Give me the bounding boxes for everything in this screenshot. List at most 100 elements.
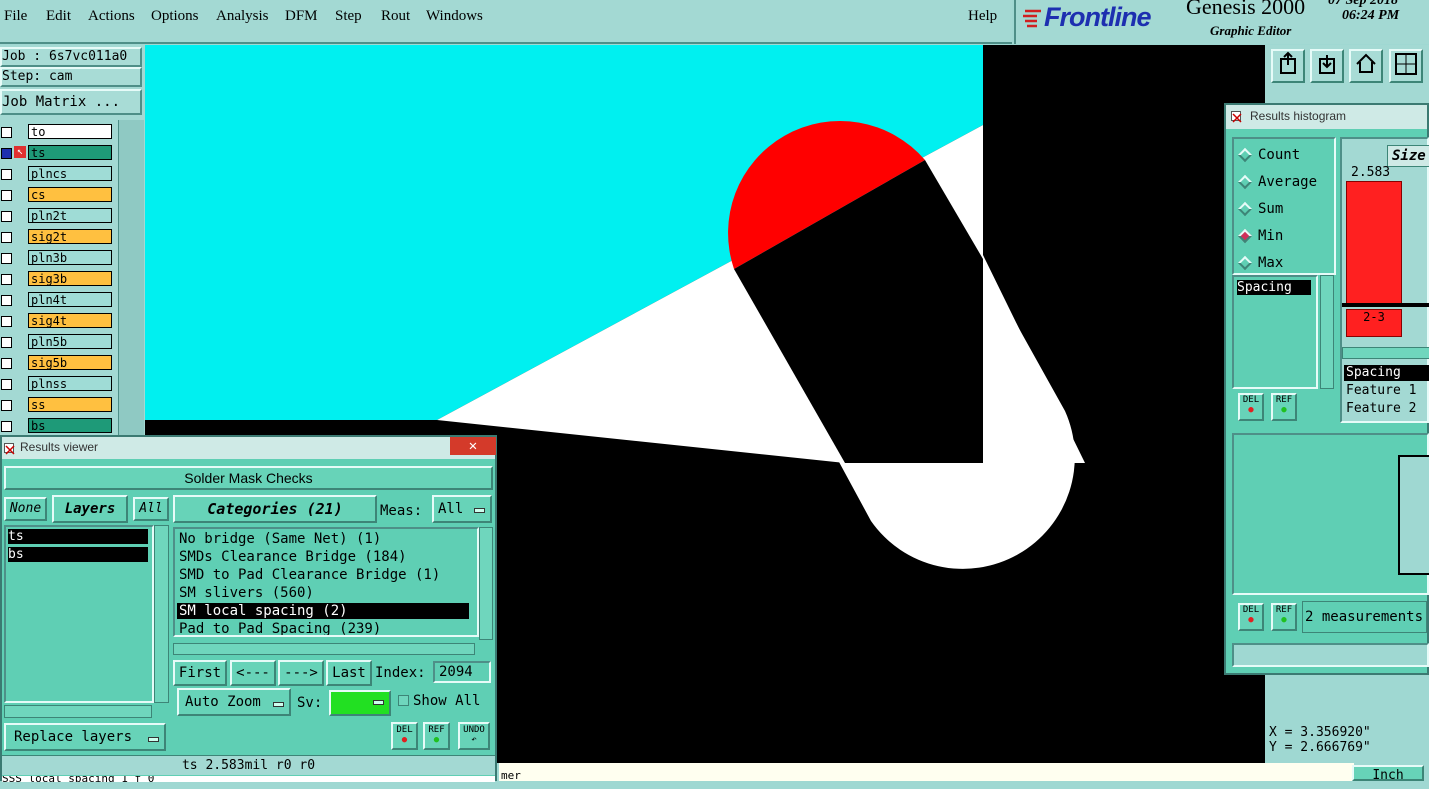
layers-list-scrollbar[interactable] <box>154 525 169 703</box>
layer-row[interactable]: plnss <box>0 376 115 393</box>
result-layer-item[interactable]: ts <box>8 529 148 544</box>
preview-ref-button[interactable]: REF ● <box>1271 603 1297 631</box>
menu-rout[interactable]: Rout <box>381 8 410 25</box>
layer-row[interactable]: ↖ ts <box>0 145 115 162</box>
layer-checkbox[interactable] <box>1 232 12 243</box>
layer-checkbox[interactable] <box>1 421 12 432</box>
layer-checkbox[interactable] <box>1 337 12 348</box>
layer-row[interactable]: pln5b <box>0 334 115 351</box>
meas-select[interactable]: All <box>432 495 492 523</box>
layer-row[interactable]: sig5b <box>0 355 115 372</box>
layer-name[interactable]: sig4t <box>28 313 112 328</box>
show-all-checkbox[interactable] <box>398 695 409 706</box>
layer-name[interactable]: to <box>28 124 112 139</box>
layer-checkbox[interactable] <box>1 316 12 327</box>
menu-dfm[interactable]: DFM <box>285 8 318 25</box>
histogram-list-item[interactable]: Spacing <box>1237 280 1311 295</box>
radio-max[interactable] <box>1237 255 1253 271</box>
layer-checkbox[interactable] <box>1 148 12 159</box>
results-viewer-titlebar[interactable]: Results viewer ✕ <box>2 437 496 459</box>
menu-windows[interactable]: Windows <box>426 8 483 25</box>
first-button[interactable]: First <box>173 660 227 686</box>
layer-checkbox[interactable] <box>1 190 12 201</box>
layers-none-button[interactable]: None <box>4 497 47 521</box>
export-icon[interactable] <box>1271 49 1305 83</box>
histogram-titlebar[interactable]: Results histogram <box>1226 105 1427 129</box>
size-select[interactable]: Size <box>1387 145 1429 167</box>
category-item[interactable]: SMDs Clearance Bridge (184) <box>179 549 469 565</box>
radio-average[interactable] <box>1237 174 1253 190</box>
layer-row[interactable]: pln4t <box>0 292 115 309</box>
layer-scrollbar[interactable] <box>118 120 144 440</box>
layer-name[interactable]: plnss <box>28 376 112 391</box>
replace-layers-select[interactable]: Replace layers <box>4 723 166 751</box>
layer-name[interactable]: pln2t <box>28 208 112 223</box>
layer-checkbox[interactable] <box>1 253 12 264</box>
layer-checkbox[interactable] <box>1 169 12 180</box>
close-icon[interactable]: ✕ <box>450 437 496 455</box>
layer-row[interactable]: bs <box>0 418 115 435</box>
categories-hscrollbar[interactable] <box>173 643 475 655</box>
radio-count[interactable] <box>1237 147 1253 163</box>
del-button[interactable]: DEL ● <box>391 722 418 750</box>
result-layer-item[interactable]: bs <box>8 547 148 562</box>
layer-checkbox[interactable] <box>1 358 12 369</box>
hist-ref-button[interactable]: REF ● <box>1271 393 1297 421</box>
layer-row[interactable]: pln2t <box>0 208 115 225</box>
layer-checkbox[interactable] <box>1 379 12 390</box>
layers-toggle-button[interactable]: Layers <box>52 495 128 523</box>
index-input[interactable]: 2094 <box>433 661 491 683</box>
layer-row[interactable]: cs <box>0 187 115 204</box>
undo-button[interactable]: UNDO ↶ <box>458 722 490 750</box>
grid-icon[interactable] <box>1389 49 1423 83</box>
auto-zoom-select[interactable]: Auto Zoom <box>177 688 291 716</box>
layer-row[interactable]: sig2t <box>0 229 115 246</box>
job-matrix-button[interactable]: Job Matrix ... <box>0 89 142 115</box>
ref-button[interactable]: REF ● <box>423 722 450 750</box>
category-item[interactable]: SMD to Pad Clearance Bridge (1) <box>179 567 469 583</box>
category-item[interactable]: Pad to Pad Spacing (239) <box>179 621 469 635</box>
layer-name[interactable]: pln5b <box>28 334 112 349</box>
units-select[interactable]: Inch <box>1352 765 1424 781</box>
layer-name[interactable]: pln3b <box>28 250 112 265</box>
category-item[interactable]: SM local spacing (2) <box>177 603 469 619</box>
layer-name[interactable]: sig2t <box>28 229 112 244</box>
radio-sum[interactable] <box>1237 201 1253 217</box>
home-icon[interactable] <box>1349 49 1383 83</box>
layer-row[interactable]: pln3b <box>0 250 115 267</box>
layer-name[interactable]: ss <box>28 397 112 412</box>
next-button[interactable]: ---> <box>278 660 324 686</box>
import-icon[interactable] <box>1310 49 1344 83</box>
menu-help[interactable]: Help <box>968 8 997 25</box>
layer-row[interactable]: ss <box>0 397 115 414</box>
histogram-list-scrollbar[interactable] <box>1320 275 1334 389</box>
category-item[interactable]: SM slivers (560) <box>179 585 469 601</box>
result-layers-list[interactable]: ts bs <box>4 525 154 703</box>
layer-row[interactable]: sig3b <box>0 271 115 288</box>
last-button[interactable]: Last <box>326 660 372 686</box>
layer-checkbox[interactable] <box>1 295 12 306</box>
layer-checkbox[interactable] <box>1 274 12 285</box>
preview-del-button[interactable]: DEL ● <box>1238 603 1264 631</box>
layer-checkbox[interactable] <box>1 400 12 411</box>
menu-file[interactable]: File <box>4 8 27 25</box>
radio-min[interactable] <box>1237 228 1253 244</box>
menu-edit[interactable]: Edit <box>46 8 71 25</box>
layer-row[interactable]: to <box>0 124 115 141</box>
categories-list[interactable]: No bridge (Same Net) (1) SMDs Clearance B… <box>173 527 479 637</box>
menu-analysis[interactable]: Analysis <box>216 8 269 25</box>
menu-options[interactable]: Options <box>151 8 199 25</box>
categories-button[interactable]: Categories (21) <box>173 495 377 523</box>
histogram-list[interactable]: Spacing <box>1232 275 1318 389</box>
layer-checkbox[interactable] <box>1 211 12 222</box>
menu-step[interactable]: Step <box>335 8 362 25</box>
layers-list-hscrollbar[interactable] <box>4 705 152 718</box>
layer-checkbox[interactable] <box>1 127 12 138</box>
menu-actions[interactable]: Actions <box>88 8 135 25</box>
histogram-bar[interactable] <box>1346 181 1402 305</box>
layer-name[interactable]: bs <box>28 418 112 433</box>
chart-hscrollbar[interactable] <box>1342 347 1429 359</box>
layers-all-button[interactable]: All <box>133 497 169 521</box>
categories-scrollbar[interactable] <box>479 527 493 640</box>
layer-name[interactable]: sig5b <box>28 355 112 370</box>
